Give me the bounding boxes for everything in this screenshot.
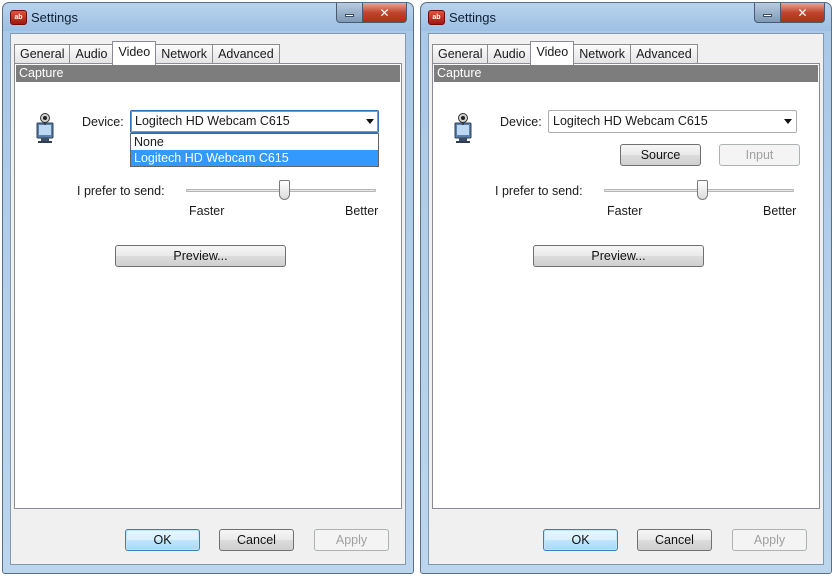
- ok-button[interactable]: OK: [543, 529, 618, 551]
- tab-video[interactable]: Video: [530, 41, 575, 65]
- quality-slider-thumb[interactable]: [279, 180, 291, 200]
- device-select-value: Logitech HD Webcam C615: [135, 114, 290, 128]
- tab-general[interactable]: General: [14, 44, 71, 64]
- window-title: Settings: [31, 10, 78, 25]
- input-button[interactable]: Input: [719, 144, 800, 166]
- slider-faster-label: Faster: [189, 204, 225, 218]
- title-bar[interactable]: ab Settings ✕: [421, 3, 831, 33]
- app-logo-icon: ab: [10, 10, 27, 25]
- device-select[interactable]: Logitech HD Webcam C615: [548, 110, 797, 133]
- tab-general[interactable]: General: [432, 44, 489, 64]
- title-bar[interactable]: ab Settings ✕: [3, 3, 413, 33]
- close-icon: ✕: [797, 5, 808, 20]
- tab-advanced[interactable]: Advanced: [630, 44, 698, 64]
- device-select-value: Logitech HD Webcam C615: [553, 114, 708, 128]
- dropdown-option-logitech[interactable]: Logitech HD Webcam C615: [131, 150, 378, 166]
- close-button[interactable]: ✕: [781, 3, 825, 23]
- device-label: Device:: [82, 115, 124, 129]
- tab-audio[interactable]: Audio: [487, 44, 532, 64]
- dialog-client: General Audio Video Network Advanced Cap…: [428, 33, 824, 565]
- quality-preference-label: I prefer to send:: [77, 184, 165, 198]
- dialog-client: General Audio Video Network Advanced Cap…: [10, 33, 406, 565]
- ok-button[interactable]: OK: [125, 529, 200, 551]
- tab-network[interactable]: Network: [573, 44, 632, 64]
- dropdown-option-none[interactable]: None: [131, 134, 378, 150]
- slider-better-label: Better: [763, 204, 797, 218]
- chevron-down-icon: [784, 119, 792, 124]
- preview-button[interactable]: Preview...: [115, 245, 286, 267]
- tab-strip: General Audio Video Network Advanced: [14, 41, 280, 65]
- minimize-icon: [345, 13, 354, 17]
- video-tab-page: Capture Device: Logitech HD Webcam C615 …: [432, 63, 820, 509]
- preview-button[interactable]: Preview...: [533, 245, 704, 267]
- tab-advanced[interactable]: Advanced: [212, 44, 280, 64]
- quality-preference-label: I prefer to send:: [495, 184, 583, 198]
- close-icon: ✕: [379, 5, 390, 20]
- quality-slider-thumb[interactable]: [697, 180, 709, 200]
- minimize-button[interactable]: [754, 3, 781, 23]
- tab-strip: General Audio Video Network Advanced: [432, 41, 698, 65]
- tab-video[interactable]: Video: [112, 41, 157, 65]
- tab-audio[interactable]: Audio: [69, 44, 114, 64]
- window-title: Settings: [449, 10, 496, 25]
- tab-network[interactable]: Network: [155, 44, 214, 64]
- slider-faster-label: Faster: [607, 204, 643, 218]
- webcam-icon: [454, 113, 472, 143]
- slider-better-label: Better: [345, 204, 379, 218]
- chevron-down-icon: [366, 119, 374, 124]
- close-button[interactable]: ✕: [363, 3, 407, 23]
- minimize-icon: [763, 13, 772, 17]
- capture-section-header: Capture: [16, 65, 400, 82]
- minimize-button[interactable]: [336, 3, 363, 23]
- device-label: Device:: [500, 115, 542, 129]
- apply-button[interactable]: Apply: [732, 529, 807, 551]
- apply-button[interactable]: Apply: [314, 529, 389, 551]
- video-tab-page: Capture Device: Logitech HD Webcam C615 …: [14, 63, 402, 509]
- webcam-icon: [36, 113, 54, 143]
- source-button[interactable]: Source: [620, 144, 701, 166]
- settings-window-dropdown-open: ab Settings ✕ General Audio Video Networ…: [2, 2, 414, 574]
- device-dropdown-list: None Logitech HD Webcam C615: [130, 133, 379, 167]
- cancel-button[interactable]: Cancel: [637, 529, 712, 551]
- cancel-button[interactable]: Cancel: [219, 529, 294, 551]
- capture-section-header: Capture: [434, 65, 818, 82]
- app-logo-icon: ab: [428, 10, 445, 25]
- settings-window-dropdown-closed: ab Settings ✕ General Audio Video Networ…: [420, 2, 832, 574]
- device-select[interactable]: Logitech HD Webcam C615: [130, 110, 379, 133]
